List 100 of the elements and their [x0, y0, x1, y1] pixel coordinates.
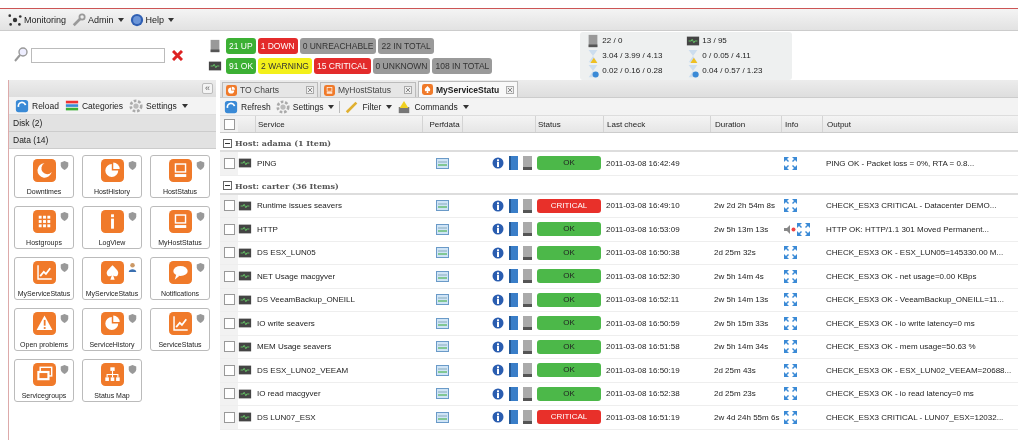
checkbox[interactable] — [223, 200, 235, 212]
chart-icon[interactable] — [435, 294, 449, 306]
toolbar-button[interactable]: Refresh — [224, 99, 271, 114]
collapse-button[interactable]: « — [202, 83, 213, 94]
status-count[interactable]: 0 UNREACHABLE — [299, 37, 377, 54]
column-header[interactable]: Duration — [710, 116, 781, 132]
info-icon[interactable] — [492, 364, 504, 377]
column-header[interactable]: Status — [535, 116, 603, 132]
expand-arrows-icon[interactable] — [784, 293, 797, 307]
section-header[interactable]: Data (14) — [9, 132, 216, 149]
column-header[interactable]: Info — [781, 116, 822, 132]
status-count[interactable]: 22 IN TOTAL — [378, 37, 434, 54]
info-icon[interactable] — [492, 317, 504, 330]
info-icon[interactable] — [492, 223, 504, 236]
expand-arrows-icon[interactable] — [797, 222, 810, 236]
expand-arrows-icon[interactable] — [784, 246, 797, 260]
menu-item[interactable]: Help — [129, 12, 175, 27]
server-icon[interactable] — [523, 363, 532, 378]
tab[interactable]: MyServiceStatu — [418, 81, 518, 97]
info-icon[interactable] — [492, 270, 504, 283]
status-count[interactable]: 15 CRITICAL — [313, 57, 371, 74]
expand-arrows-icon[interactable] — [784, 156, 797, 170]
checkbox[interactable] — [223, 317, 235, 329]
column-header[interactable]: Output — [822, 116, 1018, 132]
checkbox[interactable] — [223, 388, 235, 400]
collapse-toggle-icon[interactable] — [223, 181, 232, 190]
expand-arrows-icon[interactable] — [784, 410, 797, 424]
expand-arrows-icon[interactable] — [784, 316, 797, 330]
computer-icon — [168, 159, 192, 182]
checkbox[interactable] — [223, 223, 235, 235]
chart-icon[interactable] — [435, 200, 449, 212]
info-icon[interactable] — [492, 411, 504, 424]
server-icon[interactable] — [523, 269, 532, 284]
checkbox[interactable] — [223, 270, 235, 282]
close-icon[interactable] — [506, 85, 514, 94]
toolbar-button[interactable]: Filter — [345, 99, 393, 114]
expand-arrows-icon[interactable] — [784, 340, 797, 354]
column-header[interactable]: Perfdata — [422, 116, 462, 132]
server-icon[interactable] — [523, 410, 532, 425]
close-icon[interactable] — [404, 86, 412, 94]
info-icon[interactable] — [492, 387, 504, 400]
chart-icon[interactable] — [435, 317, 449, 329]
status-count[interactable]: 0 UNKNOWN — [372, 57, 431, 74]
server-icon[interactable] — [523, 245, 532, 260]
tab[interactable]: TO Charts — [222, 82, 318, 97]
info-icon[interactable] — [492, 246, 504, 259]
chart-icon[interactable] — [435, 364, 449, 376]
menu-item[interactable]: Monitoring — [8, 12, 67, 27]
info-icon[interactable] — [492, 199, 504, 212]
server-icon[interactable] — [523, 316, 532, 331]
checkbox[interactable] — [223, 294, 235, 306]
clear-icon[interactable] — [172, 50, 183, 61]
server-icon[interactable] — [523, 386, 532, 401]
table-cell-text: NET Usage macgyver — [256, 270, 337, 283]
chart-icon[interactable] — [435, 157, 449, 169]
chart-icon[interactable] — [435, 247, 449, 259]
expand-arrows-icon[interactable] — [784, 387, 797, 401]
column-header[interactable]: Last check — [603, 116, 710, 132]
stat-value: 22 / 0 — [602, 36, 623, 45]
chart-icon[interactable] — [435, 388, 449, 400]
chart-icon[interactable] — [435, 411, 449, 423]
tab[interactable]: MyHostStatus — [320, 82, 416, 97]
checkbox[interactable] — [223, 364, 235, 376]
toolbar-button[interactable]: Settings — [129, 98, 188, 113]
chart-icon[interactable] — [435, 341, 449, 353]
checkbox[interactable] — [223, 411, 235, 423]
table-cell-text: PING OK - Packet loss = 0%, RTA = 0.8... — [825, 157, 976, 170]
expand-arrows-icon[interactable] — [784, 363, 797, 377]
toolbar-button[interactable]: Commands — [397, 99, 469, 114]
expand-arrows-icon[interactable] — [784, 199, 797, 213]
info-icon[interactable] — [492, 293, 504, 306]
server-icon[interactable] — [523, 198, 532, 213]
server-icon[interactable] — [523, 339, 532, 354]
pie-chart-icon — [100, 159, 124, 182]
checkbox[interactable] — [223, 157, 235, 169]
chart-icon[interactable] — [435, 270, 449, 282]
table-cell: 2w 5h 14m 13s — [714, 295, 769, 305]
info-icon[interactable] — [492, 340, 504, 353]
checkbox[interactable] — [223, 247, 235, 259]
menu-item[interactable]: Admin — [72, 12, 124, 27]
toolbar-button[interactable]: Reload — [15, 98, 59, 113]
server-icon[interactable] — [523, 292, 532, 307]
collapse-toggle-icon[interactable] — [223, 138, 232, 148]
info-icon[interactable] — [492, 157, 504, 170]
status-count[interactable]: 2 WARNING — [258, 57, 312, 74]
toolbar-button[interactable]: Categories — [64, 98, 124, 113]
column-header[interactable]: Service — [255, 116, 422, 132]
expand-arrows-icon[interactable] — [784, 269, 797, 283]
checkbox[interactable] — [223, 118, 235, 130]
speaker-icon[interactable] — [784, 224, 796, 234]
server-icon[interactable] — [523, 222, 532, 237]
chart-icon[interactable] — [435, 223, 449, 235]
status-count[interactable]: 1 DOWN — [257, 37, 298, 54]
search-field[interactable] — [31, 48, 165, 63]
close-icon[interactable] — [306, 86, 314, 94]
toolbar-button[interactable]: Settings — [275, 99, 335, 114]
server-icon[interactable] — [523, 156, 532, 171]
section-header[interactable]: Disk (2) — [9, 115, 216, 132]
status-count[interactable]: 108 IN TOTAL — [432, 57, 493, 74]
checkbox[interactable] — [223, 341, 235, 353]
